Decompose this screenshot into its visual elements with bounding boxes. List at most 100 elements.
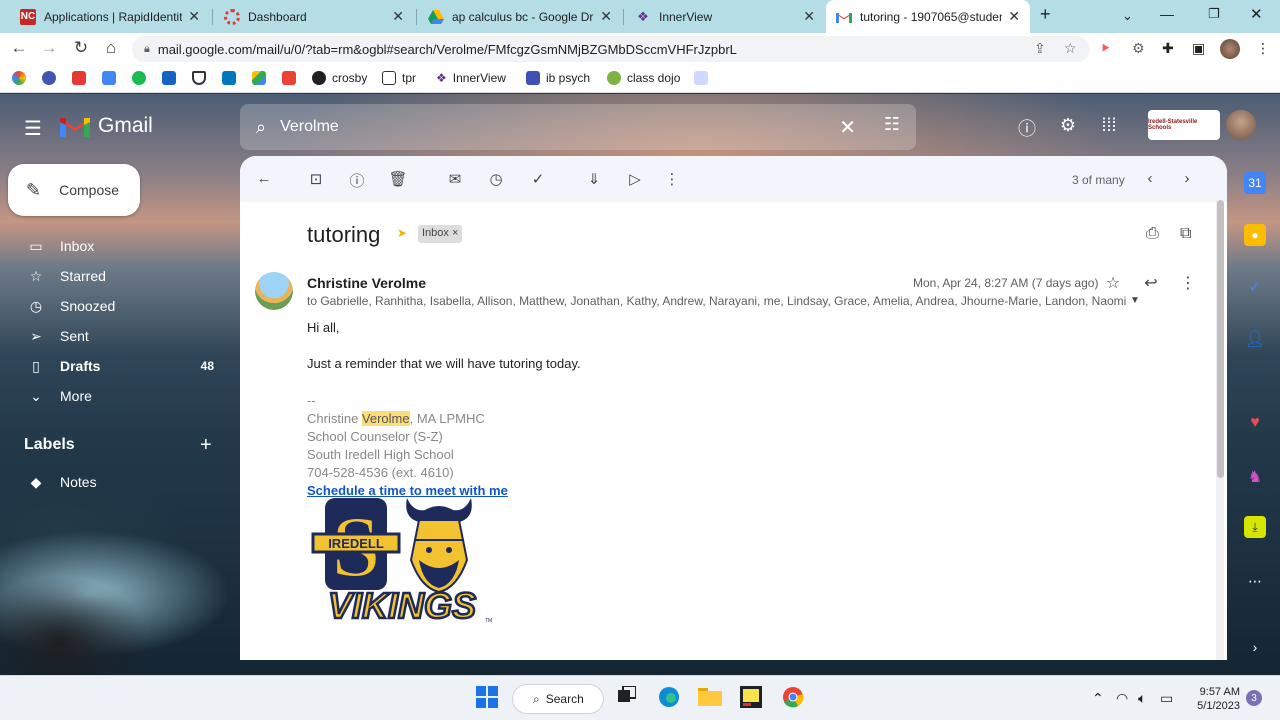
bookmark-cyan-icon[interactable]	[222, 71, 242, 85]
label-icon[interactable]: ▷	[625, 170, 645, 188]
restore-icon[interactable]: ❐	[1208, 6, 1220, 22]
extension-gear-icon[interactable]: ⚙	[1132, 40, 1145, 57]
tab-gmail-active[interactable]: tutoring - 1907065@student ✕	[826, 0, 1030, 33]
bookmark-colorful-icon[interactable]	[12, 71, 32, 85]
back-icon[interactable]: ←	[8, 38, 30, 58]
importance-marker-icon[interactable]: ➤	[397, 226, 407, 240]
tab-search-chevron-icon[interactable]: ⌄	[1122, 8, 1133, 24]
newer-chevron-icon[interactable]: ‹	[1140, 170, 1160, 187]
extension-icon[interactable]: ⯈	[1100, 40, 1111, 57]
address-bar[interactable]: 🔒︎ mail.google.com/mail/u/0/?tab=rm&ogbl…	[132, 36, 1090, 62]
sticky-notes-icon[interactable]	[740, 686, 762, 713]
bookmark-class-dojo[interactable]: class dojo	[607, 71, 680, 85]
mark-unread-icon[interactable]: ✉	[445, 170, 465, 188]
addon-heart-icon[interactable]: ♥	[1244, 412, 1266, 434]
nav-drafts[interactable]: ▯ Drafts 48	[0, 351, 232, 381]
minimize-icon[interactable]: —	[1160, 6, 1174, 22]
side-panel-icon[interactable]: ▣	[1192, 40, 1205, 57]
open-new-window-icon[interactable]: ⧉	[1180, 225, 1191, 243]
add-label-icon[interactable]: +	[200, 434, 212, 457]
bookmark-shield-icon[interactable]	[192, 71, 212, 85]
task-view-icon[interactable]	[618, 685, 637, 709]
tray-chevron-up-icon[interactable]: ⌃	[1092, 690, 1104, 707]
close-icon[interactable]: ✕	[600, 8, 612, 25]
tasks-icon[interactable]: ✓	[1244, 276, 1266, 298]
hide-side-panel-chevron-icon[interactable]: ›	[1244, 636, 1266, 658]
nav-snoozed[interactable]: ◷ Snoozed	[0, 291, 232, 321]
more-options-icon[interactable]: ⋮	[662, 170, 682, 188]
chrome-menu-icon[interactable]: ⋮	[1256, 40, 1270, 57]
tab-innerview[interactable]: ❖ InnerView ✕	[625, 0, 825, 33]
reply-icon[interactable]: ↩	[1141, 273, 1161, 293]
show-details-caret-icon[interactable]: ▼	[1130, 295, 1140, 306]
bookmark-drive-icon[interactable]	[252, 71, 272, 85]
keep-icon[interactable]: ●	[1244, 224, 1266, 246]
taskbar-search-box[interactable]: ⌕ Search	[512, 684, 604, 714]
compose-button[interactable]: ✎ Compose	[8, 164, 140, 216]
school-logo-badge[interactable]: Iredell-Statesville Schools	[1148, 110, 1220, 140]
new-tab-icon[interactable]: +	[1040, 4, 1051, 25]
label-notes[interactable]: ◆ Notes	[0, 467, 232, 497]
tab-dashboard[interactable]: Dashboard ✕	[214, 0, 414, 33]
addon-download-icon[interactable]: ⤓	[1244, 516, 1266, 538]
bookmark-blue-icon[interactable]	[162, 71, 182, 85]
close-icon[interactable]: ✕	[188, 8, 200, 25]
clear-search-icon[interactable]: ✕	[839, 115, 856, 140]
search-icon[interactable]: ⌕	[256, 117, 266, 138]
system-clock[interactable]: 9:57 AM 5/1/2023	[1190, 685, 1240, 713]
help-icon[interactable]: ⓘ	[1015, 115, 1039, 141]
message-more-icon[interactable]: ⋮	[1178, 273, 1198, 293]
bookmark-crosby[interactable]: crosby	[312, 71, 367, 85]
main-menu-icon[interactable]: ☰	[24, 116, 42, 141]
older-chevron-icon[interactable]: ›	[1177, 170, 1197, 187]
tab-rapididentity[interactable]: NC Applications | RapidIdentity ✕	[10, 0, 210, 33]
bookmark-quizlet-icon[interactable]	[42, 71, 62, 85]
move-to-icon[interactable]: ⇓	[584, 170, 604, 188]
nav-starred[interactable]: ☆ Starred	[0, 261, 232, 291]
close-icon[interactable]: ✕	[392, 8, 404, 25]
bookmark-tpr[interactable]: tpr	[382, 71, 416, 85]
account-avatar[interactable]	[1226, 110, 1256, 140]
snooze-icon[interactable]: ◷	[486, 170, 506, 188]
edge-browser-icon[interactable]	[658, 686, 680, 713]
forward-icon[interactable]: →	[38, 38, 60, 58]
addon-unicorn-icon[interactable]: ♞	[1244, 466, 1266, 488]
bookmark-spotify-icon[interactable]	[132, 71, 152, 85]
bookmark-star-icon[interactable]: ☆	[1064, 40, 1077, 57]
report-spam-icon[interactable]: ⓘ	[347, 170, 367, 191]
battery-icon[interactable]: ▭	[1160, 690, 1173, 707]
star-icon[interactable]: ☆	[1103, 273, 1123, 293]
mail-search-bar[interactable]: ⌕ Verolme ✕ ☷	[240, 104, 916, 150]
notification-count-badge[interactable]: 3	[1246, 690, 1262, 706]
settings-gear-icon[interactable]: ⚙	[1056, 115, 1080, 136]
add-task-icon[interactable]: ✓	[528, 170, 548, 188]
home-icon[interactable]: ⌂	[100, 38, 122, 58]
delete-icon[interactable]: 🗑︎	[388, 170, 408, 188]
wifi-icon[interactable]: ◠	[1116, 690, 1128, 707]
sender-avatar[interactable]	[255, 272, 293, 310]
back-to-list-icon[interactable]: ←	[254, 170, 274, 187]
bookmark-red-icon[interactable]	[72, 71, 92, 85]
apps-grid-icon[interactable]: ⁞⁞⁞	[1097, 115, 1121, 136]
bookmark-docs-icon[interactable]	[102, 71, 122, 85]
side-more-icon[interactable]: ⋯	[1244, 570, 1266, 592]
reload-icon[interactable]: ↻	[70, 38, 92, 58]
chip-remove-icon[interactable]: ×	[452, 227, 458, 239]
close-icon[interactable]: ✕	[803, 8, 815, 25]
calendar-icon[interactable]: 31	[1244, 172, 1266, 194]
windows-start-icon[interactable]	[476, 686, 498, 713]
nav-sent[interactable]: ➢ Sent	[0, 321, 232, 351]
print-icon[interactable]: ⎙	[1146, 225, 1159, 243]
search-input[interactable]: Verolme	[280, 118, 339, 136]
share-icon[interactable]: ⇪	[1034, 40, 1046, 57]
profile-avatar[interactable]	[1220, 39, 1240, 59]
bookmark-gmail-icon[interactable]	[282, 71, 302, 85]
file-explorer-icon[interactable]	[698, 686, 722, 711]
search-options-icon[interactable]: ☷	[884, 114, 900, 135]
window-close-icon[interactable]: ✕	[1250, 5, 1263, 23]
sender-name[interactable]: Christine Verolme	[307, 275, 426, 291]
volume-icon[interactable]: 🔈︎	[1138, 690, 1146, 707]
archive-icon[interactable]: ⊡	[306, 170, 326, 188]
scrollbar-thumb[interactable]	[1217, 200, 1224, 478]
nav-inbox[interactable]: ▭ Inbox	[0, 231, 232, 261]
